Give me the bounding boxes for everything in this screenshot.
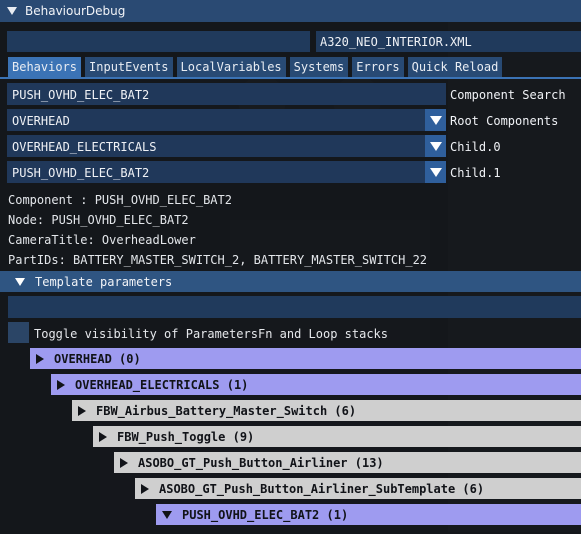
tree-node-label: ASOBO_GT_Push_Button_Airliner (13): [138, 455, 384, 470]
tree-node-overhead-electricals[interactable]: OVERHEAD_ELECTRICALS (1): [51, 374, 581, 395]
tree-node-push-button-airliner[interactable]: ASOBO_GT_Push_Button_Airliner (13): [114, 452, 581, 473]
tree-node-label: PUSH_OVHD_ELEC_BAT2 (1): [182, 507, 349, 522]
tab-inputevents[interactable]: InputEvents: [85, 57, 173, 77]
info-component: Component : PUSH_OVHD_ELEC_BAT2: [8, 193, 232, 207]
arrow-right-icon[interactable]: [120, 457, 128, 468]
info-node: Node: PUSH_OVHD_ELEC_BAT2: [8, 213, 189, 227]
child1-select[interactable]: PUSH_OVHD_ELEC_BAT2: [7, 161, 446, 183]
tree-node-label: OVERHEAD_ELECTRICALS (1): [75, 377, 249, 392]
tree-node-label: ASOBO_GT_Push_Button_Airliner_SubTemplat…: [159, 481, 485, 496]
tree-node-label: FBW_Push_Toggle (9): [117, 429, 255, 444]
arrow-right-icon[interactable]: [57, 379, 65, 390]
tree-node-label: OVERHEAD (0): [54, 351, 141, 366]
arrow-right-icon[interactable]: [78, 405, 86, 416]
window-titlebar[interactable]: BehaviourDebug: [0, 0, 581, 22]
root-components-label: Root Components: [450, 114, 559, 128]
root-components-select[interactable]: OVERHEAD: [7, 109, 446, 131]
tab-underline: [0, 77, 581, 79]
child1-label: Child.1: [450, 166, 501, 180]
chevron-down-icon[interactable]: [425, 109, 446, 131]
template-parameters-title: Template parameters: [35, 274, 173, 289]
component-search-label: Component Search: [450, 88, 566, 102]
component-search-input[interactable]: PUSH_OVHD_ELEC_BAT2: [7, 83, 446, 105]
behaviour-debug-window: BehaviourDebug A320_NEO_INTERIOR.XML Beh…: [0, 0, 581, 534]
arrow-right-icon[interactable]: [99, 431, 107, 442]
tab-quick-reload[interactable]: Quick Reload: [407, 57, 503, 77]
component-search-value: PUSH_OVHD_ELEC_BAT2: [12, 88, 150, 102]
template-filter-input[interactable]: [8, 296, 581, 318]
tab-localvariables[interactable]: LocalVariables: [176, 57, 286, 77]
tab-bar: Behaviors InputEvents LocalVariables Sys…: [8, 57, 503, 77]
arrow-right-icon[interactable]: [36, 353, 44, 364]
root-components-value: OVERHEAD: [12, 114, 70, 128]
collapse-icon[interactable]: [7, 7, 17, 15]
chevron-down-icon[interactable]: [425, 161, 446, 183]
collapse-icon[interactable]: [15, 277, 25, 286]
arrow-right-icon[interactable]: [141, 483, 149, 494]
tree-node-label: FBW_Airbus_Battery_Master_Switch (6): [96, 403, 357, 418]
window-title: BehaviourDebug: [25, 4, 126, 18]
path-field[interactable]: [7, 31, 310, 52]
info-camera-title: CameraTitle: OverheadLower: [8, 233, 196, 247]
child0-label: Child.0: [450, 140, 501, 154]
tab-systems[interactable]: Systems: [289, 57, 349, 77]
tree-node-push-toggle[interactable]: FBW_Push_Toggle (9): [93, 426, 581, 447]
template-parameters-header[interactable]: Template parameters: [0, 271, 581, 292]
child0-select[interactable]: OVERHEAD_ELECTRICALS: [7, 135, 446, 157]
toggle-visibility-checkbox[interactable]: [8, 322, 29, 343]
file-name-field[interactable]: A320_NEO_INTERIOR.XML: [316, 31, 581, 52]
tree-node-push-button-airliner-subtemplate[interactable]: ASOBO_GT_Push_Button_Airliner_SubTemplat…: [135, 478, 581, 499]
tab-errors[interactable]: Errors: [352, 57, 404, 77]
tree-node-overhead[interactable]: OVERHEAD (0): [30, 348, 581, 369]
info-part-ids: PartIDs: BATTERY_MASTER_SWITCH_2, BATTER…: [8, 253, 428, 267]
toggle-visibility-label: Toggle visibility of ParametersFn and Lo…: [34, 327, 389, 341]
tab-behaviors[interactable]: Behaviors: [8, 57, 82, 77]
arrow-down-icon[interactable]: [162, 511, 172, 519]
child1-value: PUSH_OVHD_ELEC_BAT2: [12, 166, 150, 180]
child0-value: OVERHEAD_ELECTRICALS: [12, 140, 157, 154]
tree-node-battery-master-switch[interactable]: FBW_Airbus_Battery_Master_Switch (6): [72, 400, 581, 421]
tree-node-push-ovhd-elec-bat2[interactable]: PUSH_OVHD_ELEC_BAT2 (1): [156, 504, 581, 525]
chevron-down-icon[interactable]: [425, 135, 446, 157]
